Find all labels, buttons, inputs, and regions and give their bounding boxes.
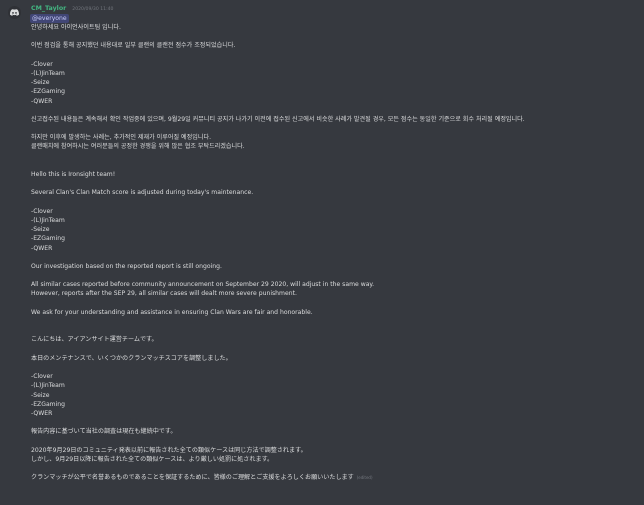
japanese-after: しかし、9月29日以降に報告された全ての類似ケースは、より厳しい処罰に処されます…	[31, 455, 274, 463]
english-clan-item: -QWER	[31, 244, 53, 252]
english-greeting: Hello this is Ironsight team!	[31, 171, 116, 178]
username[interactable]: CM_Taylor	[31, 4, 66, 13]
korean-clan-item: -QWER	[31, 97, 53, 105]
japanese-clan-item: -Clover	[31, 373, 53, 381]
message-timestamp: 2020/09/30 11:40	[72, 7, 114, 12]
english-clan-item: -Clover	[31, 207, 53, 215]
japanese-clan-item: -(L)JinTeam	[31, 382, 65, 390]
japanese-intro: 本日のメンテナンスで、いくつかのクランマッチスコアを調整しました。	[31, 354, 232, 362]
korean-clan-item: -Clover	[31, 60, 53, 68]
everyone-mention[interactable]: @everyone	[30, 14, 69, 23]
japanese-similar: 2020年9月29日のコミュニティ発表以前に報告された全ての類似ケースは同じ方法…	[31, 446, 307, 454]
japanese-closing-line: クランマッチが公平で名誉あるものであることを保証するために、皆様のご理解とご支援…	[31, 473, 636, 482]
english-similar: All similar cases reported before commun…	[31, 281, 375, 289]
english-clan-item: -(L)JinTeam	[31, 216, 65, 224]
english-closing: We ask for your understanding and assist…	[31, 308, 313, 316]
english-intro: Several Clan's Clan Match score is adjus…	[31, 189, 254, 197]
japanese-greeting: こんにちは、アイアンサイト運営チームです。	[31, 336, 158, 344]
avatar[interactable]	[8, 6, 21, 19]
korean-investigation: 신고접수된 내용들은 계속해서 확인 작업중에 있으며, 9월29일 커뮤니티 …	[31, 115, 525, 123]
korean-clan-item: -EZGaming	[31, 88, 66, 96]
japanese-clan-item: -EZGaming	[31, 400, 66, 408]
message-header: CM_Taylor 2020/09/30 11:40	[31, 4, 113, 13]
english-clan-item: -EZGaming	[31, 235, 66, 243]
japanese-closing: クランマッチが公平で名誉あるものであることを保証するために、皆様のご理解とご支援…	[31, 474, 354, 482]
korean-after: 하지만 이후에 발생하는 사례는, 추가적인 제재가 이루어질 예정입니다.	[31, 134, 212, 142]
japanese-clan-item: -Seize	[31, 391, 50, 399]
edited-label: (edited)	[356, 475, 373, 481]
korean-clan-item: -(L)JinTeam	[31, 69, 65, 77]
english-after: However, reports after the SEP 29, all s…	[31, 290, 297, 298]
english-clan-item: -Seize	[31, 226, 50, 234]
japanese-investigation: 報告内容に基づいて当社の調査は現在も継続中です。	[31, 428, 177, 436]
korean-clan-item: -Seize	[31, 79, 50, 87]
korean-closing: 클랜매치에 참여하시는 여러분들의 공정한 경쟁을 위해 많은 협조 부탁드리겠…	[31, 143, 245, 151]
english-investigation: Our investigation based on the reported …	[31, 262, 222, 270]
korean-intro: 이번 점검을 통해 공지했던 내용대로 일부 클랜의 클랜전 점수가 조정되었습…	[31, 42, 236, 50]
chat-message: CM_Taylor 2020/09/30 11:40 @everyone 안녕하…	[0, 0, 644, 505]
korean-greeting: 안녕하세요 아이언사이트팀 입니다.	[31, 24, 121, 31]
discord-logo-icon	[10, 9, 19, 16]
message-body: 안녕하세요 아이언사이트팀 입니다. 이번 점검을 통해 공지했던 내용대로 일…	[31, 23, 636, 482]
japanese-clan-item: -QWER	[31, 409, 53, 417]
